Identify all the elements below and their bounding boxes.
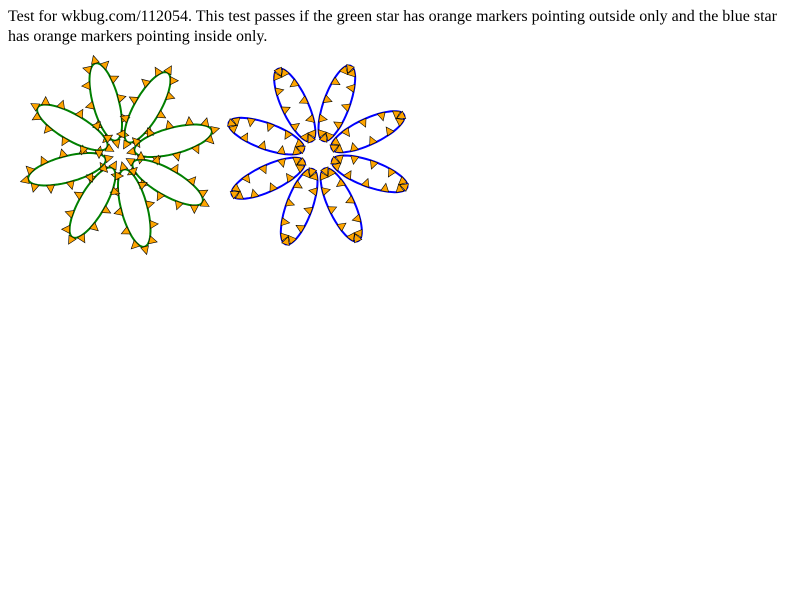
orange-marker: [338, 65, 349, 76]
orange-marker: [276, 145, 286, 155]
orange-marker: [89, 221, 99, 232]
orange-marker: [99, 60, 110, 71]
star-petal: [279, 167, 319, 246]
star-petal: [27, 152, 107, 187]
orange-marker: [303, 207, 314, 216]
orange-marker: [370, 159, 379, 170]
star-petal: [317, 64, 357, 143]
star-petal: [227, 116, 306, 156]
orange-marker: [280, 217, 291, 227]
orange-marker: [308, 187, 318, 197]
orange-marker: [322, 94, 333, 103]
orange-marker: [141, 78, 151, 89]
orange-marker: [345, 83, 356, 93]
orange-marker: [397, 175, 408, 186]
orange-marker: [186, 176, 197, 186]
orange-marker: [25, 165, 36, 176]
star-petal: [88, 62, 123, 142]
orange-marker: [287, 234, 298, 245]
orange-marker: [81, 80, 91, 90]
orange-marker: [41, 95, 51, 105]
blue-star-markers-inside: [226, 63, 410, 247]
orange-marker: [43, 124, 54, 134]
orange-marker: [246, 117, 256, 128]
orange-marker: [204, 134, 215, 145]
orange-marker: [189, 205, 199, 215]
orange-marker: [185, 116, 195, 126]
green-star-markers-outside: [19, 54, 221, 256]
orange-marker: [350, 155, 360, 165]
orange-marker: [45, 184, 55, 194]
orange-marker: [228, 124, 239, 135]
orange-marker: [130, 239, 141, 250]
star-petal: [117, 168, 152, 248]
star-petal: [133, 123, 213, 158]
stars-canvas: [19, 54, 410, 256]
orange-marker: [380, 182, 390, 193]
orange-marker: [318, 113, 328, 123]
star-petal: [330, 154, 409, 194]
orange-marker: [149, 220, 159, 230]
orange-marker: [60, 224, 70, 234]
orange-marker: [257, 140, 266, 151]
orange-marker: [170, 76, 180, 86]
